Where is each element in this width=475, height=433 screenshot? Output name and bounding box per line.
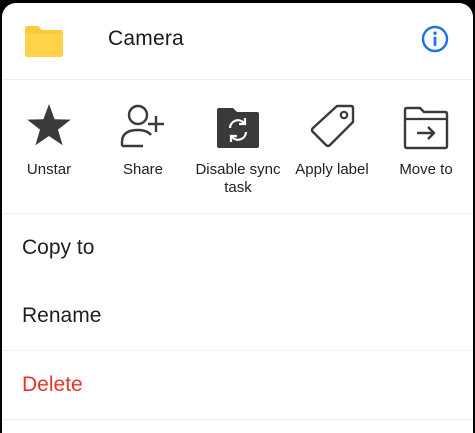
bottom-sheet: Camera Unstar Share Disable sync task Ap… — [2, 3, 473, 433]
delete-label: Delete — [22, 373, 83, 396]
share-label: Share — [122, 161, 164, 178]
action-menu: Copy to Rename Delete — [2, 214, 473, 420]
apply-label-label: Apply label — [295, 161, 369, 178]
disable-sync-action[interactable]: Disable sync task — [191, 80, 285, 208]
copy-to-item[interactable]: Copy to — [2, 214, 473, 282]
info-icon[interactable] — [421, 25, 449, 53]
folder-title: Camera — [108, 27, 184, 50]
apply-label-action[interactable]: Apply label — [285, 80, 379, 208]
star-icon — [25, 102, 73, 150]
folder-icon — [24, 23, 64, 64]
move-to-label: Move to — [399, 161, 453, 178]
tag-icon — [308, 102, 356, 150]
sync-folder-icon — [214, 102, 262, 150]
add-person-icon — [119, 102, 167, 150]
move-to-action[interactable]: Move to — [379, 80, 473, 208]
disable-sync-label: Disable sync task — [195, 161, 281, 196]
copy-to-label: Copy to — [22, 236, 95, 259]
unstar-label: Unstar — [26, 161, 72, 178]
rename-label: Rename — [22, 304, 102, 327]
quick-actions: Unstar Share Disable sync task Apply lab… — [2, 80, 473, 214]
delete-item[interactable]: Delete — [2, 351, 473, 420]
rename-item[interactable]: Rename — [2, 282, 473, 351]
unstar-action[interactable]: Unstar — [2, 80, 96, 208]
move-folder-icon — [402, 102, 450, 150]
share-action[interactable]: Share — [96, 80, 190, 208]
sheet-header: Camera — [2, 3, 473, 80]
